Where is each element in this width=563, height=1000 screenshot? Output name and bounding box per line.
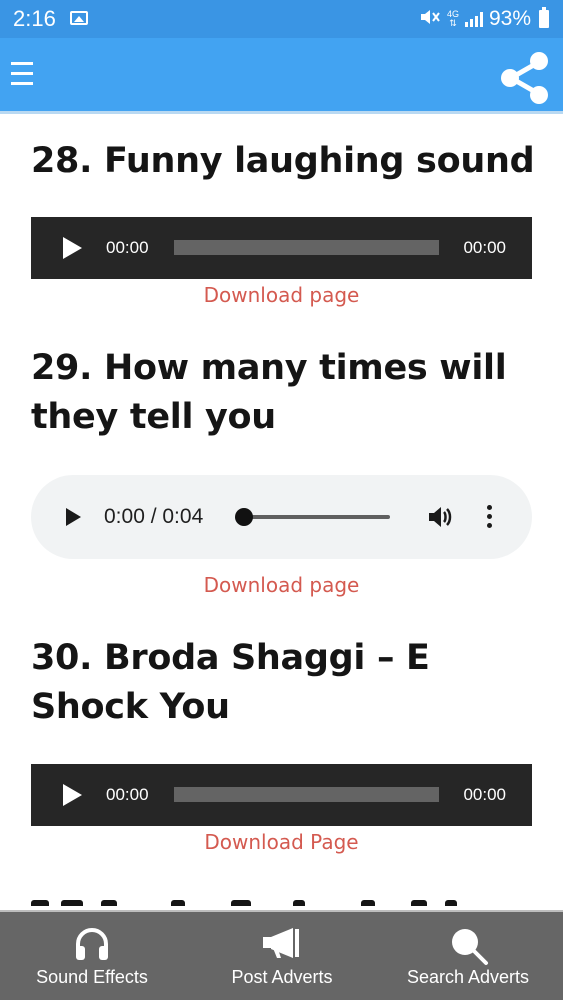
audio-player[interactable]: 00:00 00:00 bbox=[31, 217, 532, 279]
download-page-link[interactable]: Download Page bbox=[0, 830, 563, 854]
duration: 00:00 bbox=[463, 785, 506, 804]
megaphone-icon bbox=[263, 928, 299, 958]
seek-bar[interactable] bbox=[245, 515, 390, 519]
sound-title: 30. Broda Shaggi – E Shock You bbox=[31, 638, 430, 727]
search-icon bbox=[452, 929, 488, 965]
nav-label: Sound Effects bbox=[36, 967, 148, 987]
current-time: 00:00 bbox=[106, 238, 149, 257]
signal-icon bbox=[464, 11, 483, 27]
sound-title: 28. Funny laughing sound bbox=[31, 141, 535, 181]
battery-percent: 93% bbox=[488, 7, 531, 30]
next-title-peek bbox=[31, 900, 471, 910]
volume-icon[interactable] bbox=[427, 505, 455, 529]
duration: 00:00 bbox=[463, 238, 506, 257]
battery-icon bbox=[539, 7, 549, 28]
current-time: 00:00 bbox=[106, 785, 149, 804]
headphones-icon bbox=[76, 928, 108, 960]
status-bar: 2:16 4G ⇅ 93% bbox=[0, 0, 563, 38]
nav-label: Search Adverts bbox=[406, 967, 530, 987]
sound-title: 29. How many times will they tell you bbox=[31, 348, 507, 437]
hamburger-menu-icon[interactable] bbox=[11, 60, 33, 88]
status-icons: 4G ⇅ 93% bbox=[419, 6, 549, 32]
seek-bar[interactable] bbox=[174, 240, 439, 255]
network-label: 4G bbox=[446, 9, 459, 19]
download-page-link[interactable]: Download page bbox=[0, 573, 563, 597]
network-type: 4G ⇅ bbox=[446, 9, 459, 28]
audio-player[interactable]: 00:00 00:00 bbox=[31, 764, 532, 826]
app-bar bbox=[0, 38, 563, 114]
share-icon[interactable] bbox=[497, 50, 553, 106]
seek-handle[interactable] bbox=[235, 508, 253, 526]
sound-list: 28. Funny laughing sound 00:00 00:00 Dow… bbox=[0, 114, 563, 910]
playback-time: 0:00 / 0:04 bbox=[104, 505, 204, 528]
image-notification-icon bbox=[70, 11, 88, 25]
audio-player[interactable]: 0:00 / 0:04 bbox=[31, 475, 532, 559]
nav-search-adverts[interactable]: Search Adverts bbox=[398, 912, 538, 1000]
seek-bar[interactable] bbox=[174, 787, 439, 802]
download-page-link[interactable]: Download page bbox=[0, 283, 563, 307]
status-time: 2:16 bbox=[13, 6, 56, 31]
play-icon[interactable] bbox=[63, 237, 82, 259]
bottom-navigation: Sound Effects Post Adverts Search Advert… bbox=[0, 910, 563, 1000]
nav-post-adverts[interactable]: Post Adverts bbox=[212, 912, 352, 1000]
mute-icon bbox=[419, 8, 441, 31]
nav-label: Post Adverts bbox=[231, 967, 333, 987]
more-options-icon[interactable] bbox=[487, 505, 492, 532]
play-icon[interactable] bbox=[66, 508, 81, 526]
nav-sound-effects[interactable]: Sound Effects bbox=[22, 912, 162, 1000]
play-icon[interactable] bbox=[63, 784, 82, 806]
